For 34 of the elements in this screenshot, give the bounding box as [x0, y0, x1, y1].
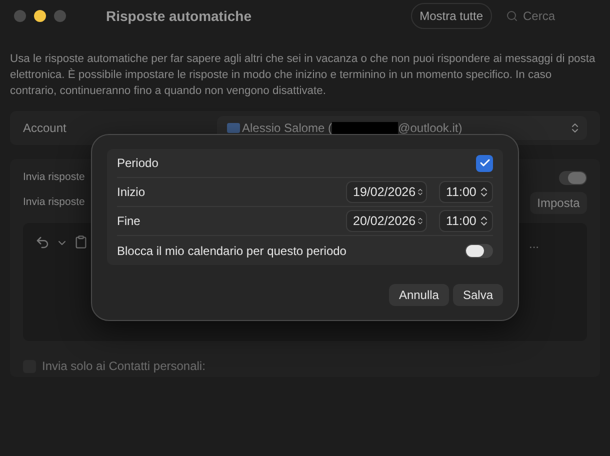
- redaction-bar: [332, 122, 398, 134]
- stepper-field[interactable]: 19/02/2026: [346, 181, 427, 203]
- stepper-icon[interactable]: [478, 215, 490, 227]
- block-calendar-label: Blocca il mio calendario per questo periodo: [117, 242, 346, 260]
- account-label: Account: [23, 120, 66, 137]
- stepper-field[interactable]: 11:00: [439, 181, 493, 203]
- show-all-button[interactable]: Mostra tutte: [410, 3, 492, 29]
- cancel-button[interactable]: Annulla: [388, 284, 449, 306]
- checkmark-icon: [478, 157, 490, 169]
- stepper-icon[interactable]: [478, 186, 490, 198]
- account-email: @outlook.it): [398, 120, 462, 137]
- clipboard-icon[interactable]: [74, 235, 88, 249]
- set-button[interactable]: Imposta: [530, 192, 587, 214]
- stepper-field[interactable]: 20/02/2026: [346, 210, 427, 232]
- toggle-switch[interactable]: [465, 244, 493, 258]
- window-title: Risposte automatiche: [106, 6, 252, 26]
- period-checkbox[interactable]: [476, 154, 493, 172]
- checkbox-label: Invia solo ai Contatti personali:: [42, 358, 206, 375]
- row-label: Invia risposte: [23, 170, 85, 185]
- stepper-icon[interactable]: [416, 215, 424, 227]
- search-field[interactable]: Cerca: [523, 7, 583, 25]
- toggle-switch[interactable]: [559, 170, 587, 184]
- undo-icon[interactable]: [35, 235, 50, 250]
- stepper-field[interactable]: 11:00: [439, 210, 493, 232]
- search-icon: [506, 10, 518, 22]
- row-label: Invia risposte: [23, 194, 85, 210]
- row-label: Fine: [117, 213, 140, 230]
- stepper-icon[interactable]: [416, 186, 424, 198]
- account-name: Alessio Salome (: [242, 120, 332, 137]
- description-text: Usa le risposte automatiche per far sapere agli altri che sei in vacanza o che non puoi rispondere ai messaggi di posta elettronica. È possibile impostare le risposte in modo che inizino e terminino in un momento specifico. In caso contrario, continueranno fino a quando non vengono disattivate.: [9, 52, 596, 99]
- popup-icon: [569, 122, 581, 134]
- period-label: Periodo: [117, 155, 158, 172]
- row-label: Inizio: [117, 184, 146, 201]
- save-button[interactable]: Salva: [452, 284, 503, 306]
